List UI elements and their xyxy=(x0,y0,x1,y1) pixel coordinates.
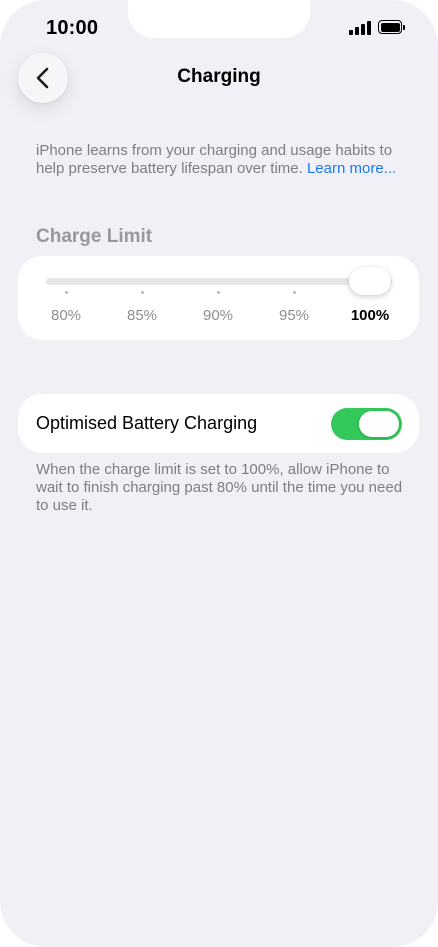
slider-option-label[interactable]: 100% xyxy=(340,307,400,324)
status-time: 10:00 xyxy=(46,17,99,39)
charge-limit-header: Charge Limit xyxy=(36,226,153,247)
toggle-knob xyxy=(359,411,399,437)
page-title: Charging xyxy=(177,66,261,87)
cellular-signal-icon xyxy=(349,21,373,35)
slider-option-label[interactable]: 90% xyxy=(188,307,248,324)
optimised-charging-footer: When the charge limit is set to 100%, al… xyxy=(36,461,403,514)
dynamic-island-notch xyxy=(128,0,310,38)
intro-description: iPhone learns from your charging and usa… xyxy=(36,142,408,178)
slider-tick-dot xyxy=(216,291,220,294)
charge-limit-track[interactable] xyxy=(46,278,392,285)
phone-screen: 10:00 Charging iPhone learns from your c… xyxy=(0,0,438,947)
charge-limit-card: 80% 85% 90% 95% 100% xyxy=(18,256,419,340)
slider-tick-dot xyxy=(292,291,296,294)
optimised-charging-toggle[interactable] xyxy=(331,408,402,440)
battery-full-icon xyxy=(378,20,405,34)
slider-option-label[interactable]: 80% xyxy=(36,307,96,324)
charge-limit-slider-thumb[interactable] xyxy=(349,267,391,295)
slider-option-label[interactable]: 85% xyxy=(112,307,172,324)
slider-tick-dot xyxy=(64,291,68,294)
slider-tick-dot xyxy=(140,291,144,294)
optimised-charging-label: Optimised Battery Charging xyxy=(36,413,258,433)
learn-more-link[interactable]: Learn more... xyxy=(307,160,396,177)
slider-option-label[interactable]: 95% xyxy=(264,307,324,324)
optimised-charging-row: Optimised Battery Charging xyxy=(18,394,419,453)
